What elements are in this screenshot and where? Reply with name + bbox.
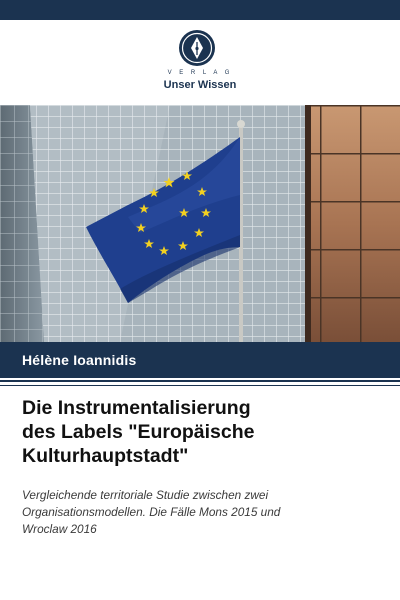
author-band: Hélène Ioannidis	[0, 342, 400, 378]
subtitle-line: Organisationsmodellen. Die Fälle Mons 20…	[22, 505, 281, 519]
title-line: Die Instrumentalisierung	[22, 397, 251, 419]
publisher-logo: V E R L A G Unser Wissen	[0, 28, 400, 98]
book-title: Die Instrumentalisierung des Labels "Eur…	[22, 396, 382, 468]
fountain-pen-icon	[179, 30, 215, 66]
divider-line-thin	[0, 385, 400, 386]
publisher-name: Unser Wissen	[163, 79, 237, 91]
author-name: Hélène Ioannidis	[22, 352, 137, 368]
cover-photo	[0, 105, 400, 342]
book-subtitle: Vergleichende territoriale Studie zwisch…	[22, 487, 392, 538]
title-line: des Labels "Europäische	[22, 421, 255, 443]
title-line: Kulturhauptstadt"	[22, 445, 189, 467]
publisher-label: V E R L A G	[167, 70, 233, 76]
top-bar	[0, 0, 400, 20]
divider-line	[0, 380, 400, 382]
subtitle-line: Vergleichende territoriale Studie zwisch…	[22, 488, 269, 502]
eu-flag-building-image	[0, 105, 400, 342]
subtitle-line: Wroclaw 2016	[22, 522, 97, 536]
